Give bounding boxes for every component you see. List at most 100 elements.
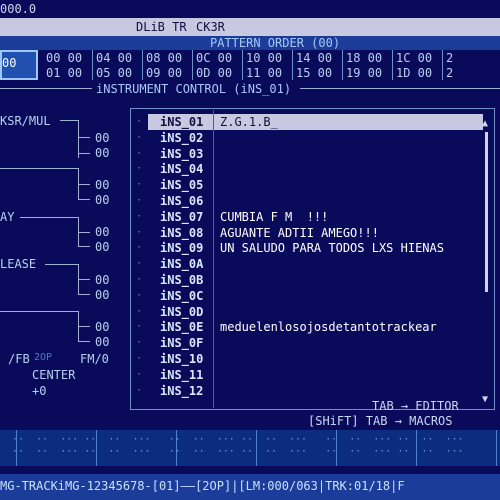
row-marker: · xyxy=(136,163,143,175)
status-text: MG-TRACKiMG-12345678-[01]——[2OP]|[LM:000… xyxy=(0,479,405,493)
scroll-down-icon[interactable]: ▼ xyxy=(482,394,488,405)
order-cell[interactable]: 1C 00 xyxy=(396,51,444,67)
pattern-row: ·· ·· ··· ·· ·· ··· ·· ·· ··· ·· ·· ··· … xyxy=(0,446,464,457)
pattern-row: ·· ·· ··· ·· ·· ··· ·· ·· ··· ·· ·· ··· … xyxy=(0,434,464,445)
instrument-label[interactable]: iNS_03 xyxy=(160,147,203,161)
pan-value[interactable]: CENTER xyxy=(32,368,75,382)
instrument-name[interactable]: CUMBIA F M !!! xyxy=(220,210,328,224)
instrument-control-title: iNSTRUMENT CONTROL (iNS_01) xyxy=(96,82,292,96)
instrument-label[interactable]: iNS_07 xyxy=(160,210,203,224)
order-cell[interactable]: 15 00 xyxy=(296,66,344,82)
order-cell[interactable]: 00 00 xyxy=(46,51,94,67)
row-marker: · xyxy=(136,131,143,143)
ksr-mul-label: KSR/MUL xyxy=(0,114,51,128)
order-separator xyxy=(342,50,343,80)
order-cell[interactable]: 01 00 xyxy=(46,66,94,82)
row-marker: · xyxy=(136,321,143,333)
value-7[interactable]: 00 xyxy=(95,273,109,287)
row-marker: · xyxy=(136,226,143,238)
order-cell[interactable]: 19 00 xyxy=(346,66,394,82)
instrument-name[interactable]: Z.G.1.B_ xyxy=(220,115,278,129)
order-cell[interactable]: 14 00 xyxy=(296,51,344,67)
value-4[interactable]: 00 xyxy=(95,193,109,207)
instrument-label[interactable]: iNS_09 xyxy=(160,241,203,255)
order-separator xyxy=(92,50,93,80)
order-cell[interactable]: 04 00 xyxy=(96,51,144,67)
order-cell[interactable]: 09 00 xyxy=(146,66,194,82)
order-cell[interactable]: 11 00 xyxy=(246,66,294,82)
row-marker: · xyxy=(136,353,143,364)
pattern-order-title: PATTERN ORDER (00) xyxy=(210,36,341,50)
row-marker: · xyxy=(136,384,143,396)
instrument-label[interactable]: iNS_08 xyxy=(160,226,203,240)
order-cell[interactable]: 0D 00 xyxy=(196,66,244,82)
value-6[interactable]: 00 xyxy=(95,240,109,254)
pattern-order-current[interactable]: 00 xyxy=(0,50,38,80)
order-cell[interactable]: 0C 00 xyxy=(196,51,244,67)
hint-tab-editor: TAB → EDITOR xyxy=(372,399,459,413)
row-marker: · xyxy=(136,242,143,254)
instrument-label[interactable]: iNS_11 xyxy=(160,368,203,382)
release-label: LEASE xyxy=(0,257,37,271)
order-separator xyxy=(392,50,393,80)
order-cell[interactable]: 2 xyxy=(446,66,494,82)
instrument-name[interactable]: UN SALUDO PARA TODOS LXS HIENAS xyxy=(220,241,444,255)
instrument-label[interactable]: iNS_10 xyxy=(160,352,203,366)
fine-value[interactable]: +0 xyxy=(32,384,46,398)
instrument-label[interactable]: iNS_06 xyxy=(160,194,203,208)
top-strip: 000.0 xyxy=(0,0,500,18)
instrument-label[interactable]: iNS_02 xyxy=(160,131,203,145)
instrument-label[interactable]: iNS_04 xyxy=(160,162,203,176)
scrollbar[interactable] xyxy=(485,132,488,292)
value-10[interactable]: 00 xyxy=(95,335,109,349)
fb-2op: 2OP xyxy=(34,352,53,363)
current-order-value: 00 xyxy=(2,56,17,70)
title-bar: DLiB TR CK3R xyxy=(0,18,500,36)
instrument-name[interactable]: meduelenlosojosdetantotrackear xyxy=(220,320,437,334)
instrument-label[interactable]: iNS_0F xyxy=(160,336,203,350)
operator-panel: KSR/MUL 00 00 00 00 AY 00 00 LEASE 00 00… xyxy=(0,100,120,410)
row-marker: · xyxy=(136,116,143,127)
row-marker: · xyxy=(136,368,143,380)
row-marker: · xyxy=(136,305,143,317)
instrument-label[interactable]: iNS_12 xyxy=(160,384,203,398)
order-cell[interactable]: 08 00 xyxy=(146,51,194,67)
instrument-label[interactable]: iNS_05 xyxy=(160,178,203,192)
title-mid: CK3R xyxy=(196,20,225,34)
row-marker: · xyxy=(136,179,143,191)
order-cell[interactable]: 10 00 xyxy=(246,51,294,67)
instrument-label[interactable]: iNS_01 xyxy=(160,115,203,129)
fm-value[interactable]: FM/0 xyxy=(80,352,109,366)
value-1[interactable]: 00 xyxy=(95,131,109,145)
ay-label: AY xyxy=(0,210,15,224)
row-marker: · xyxy=(136,258,143,270)
order-separator xyxy=(442,50,443,80)
order-separator xyxy=(142,50,143,80)
row-marker: · xyxy=(136,337,143,349)
instrument-label[interactable]: iNS_0A xyxy=(160,257,203,271)
pattern-channel-separator xyxy=(496,430,497,466)
value-5[interactable]: 00 xyxy=(95,225,109,239)
instrument-name[interactable]: AGUANTE ADTII AMEGO!!! xyxy=(220,226,379,240)
order-cell[interactable]: 1D 00 xyxy=(396,66,444,82)
order-cell[interactable]: 18 00 xyxy=(346,51,394,67)
value-3[interactable]: 00 xyxy=(95,178,109,192)
hint-tab-macros: [SHiFT] TAB → MACROS xyxy=(308,414,453,428)
instrument-label[interactable]: iNS_0C xyxy=(160,289,203,303)
scroll-up-icon[interactable]: ▲ xyxy=(482,118,488,129)
instrument-label[interactable]: iNS_0E xyxy=(160,320,203,334)
order-cell[interactable]: 2 xyxy=(446,51,494,67)
row-marker: · xyxy=(136,147,143,159)
instrument-label[interactable]: iNS_0D xyxy=(160,305,203,319)
list-divider xyxy=(213,110,214,408)
app-title: DLiB TR xyxy=(136,20,187,34)
instrument-label[interactable]: iNS_0B xyxy=(160,273,203,287)
value-8[interactable]: 00 xyxy=(95,288,109,302)
order-cell[interactable]: 05 00 xyxy=(96,66,144,82)
row-marker: · xyxy=(136,274,143,285)
row-marker: · xyxy=(136,195,143,206)
fb-label: /FB xyxy=(8,352,30,366)
value-2[interactable]: 00 xyxy=(95,146,109,160)
row-marker: · xyxy=(136,289,143,301)
value-9[interactable]: 00 xyxy=(95,320,109,334)
